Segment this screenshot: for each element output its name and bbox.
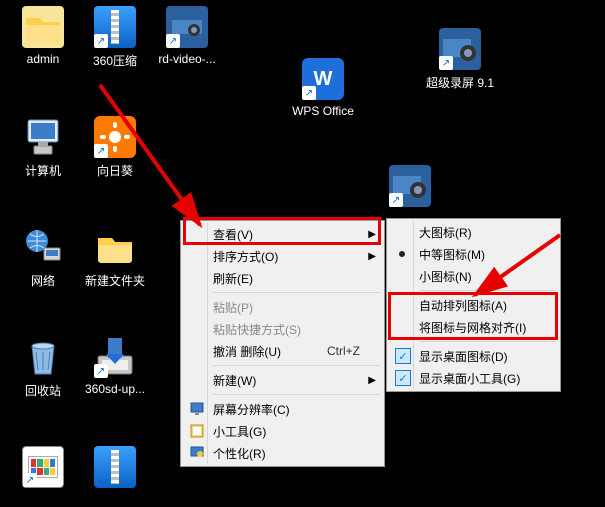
menu-label: 粘贴(P) <box>213 299 253 316</box>
menu-label: 查看(V) <box>213 226 253 243</box>
icon-label: 网络 <box>31 272 55 289</box>
icon-computer[interactable]: 计算机 <box>8 116 78 179</box>
recorder-icon: ↗ <box>439 28 481 70</box>
menu-separator <box>419 341 556 342</box>
menu-separator <box>213 292 380 293</box>
video-icon: ↗ <box>389 165 431 207</box>
shortcut-arrow-icon: ↗ <box>166 34 180 48</box>
sunflower-icon: ↗ <box>94 116 136 158</box>
menu-label: 撤消 删除(U) <box>213 343 281 360</box>
submenu-arrow-icon: ▶ <box>368 251 376 262</box>
icon-label: 360压缩 <box>93 52 137 69</box>
folder-icon <box>94 226 136 268</box>
check-icon: ✓ <box>395 370 411 386</box>
menu-sort[interactable]: 排序方式(O) ▶ <box>183 245 382 267</box>
submenu-small-icons[interactable]: 小图标(N) <box>389 265 558 287</box>
computer-icon <box>22 116 64 158</box>
icon-label: 360sd-up... <box>85 382 145 396</box>
menu-label: 排序方式(O) <box>213 248 278 265</box>
icon-newfolder[interactable]: 新建文件夹 <box>80 226 150 289</box>
view-submenu: 大图标(R) 中等图标(M) 小图标(N) 自动排列图标(A) 将图标与网格对齐… <box>386 218 561 392</box>
menu-separator <box>213 365 380 366</box>
network-icon <box>22 226 64 268</box>
icon-label: WPS Office <box>292 104 354 118</box>
icon-superrec[interactable]: ↗ 超级录屏 9.1 <box>425 28 495 91</box>
menu-refresh[interactable]: 刷新(E) <box>183 267 382 289</box>
menu-label: 显示桌面图标(D) <box>419 348 508 365</box>
icon-admin[interactable]: admin <box>8 6 78 66</box>
desktop[interactable]: admin ↗ 360压缩 ↗ rd-video-... W ↗ WPS Off… <box>0 0 605 507</box>
icon-label: 新建文件夹 <box>85 272 145 289</box>
menu-label: 显示桌面小工具(G) <box>419 370 520 387</box>
personalize-icon <box>189 445 205 461</box>
icon-floating-video[interactable]: ↗ <box>380 165 440 211</box>
icon-label: 向日葵 <box>97 162 133 179</box>
menu-shortcut: Ctrl+Z <box>327 344 360 358</box>
menu-view[interactable]: 查看(V) ▶ <box>183 223 382 245</box>
shortcut-arrow-icon: ↗ <box>94 144 108 158</box>
file-icon: ↗ <box>22 446 64 488</box>
menu-label: 屏幕分辨率(C) <box>213 401 290 418</box>
icon-rdvideo[interactable]: ↗ rd-video-... <box>152 6 222 66</box>
submenu-medium-icons[interactable]: 中等图标(M) <box>389 243 558 265</box>
menu-separator <box>419 290 556 291</box>
submenu-arrow-icon: ▶ <box>368 375 376 386</box>
icon-sunflower[interactable]: ↗ 向日葵 <box>80 116 150 179</box>
zip-icon: ↗ <box>94 6 136 48</box>
menu-gadgets[interactable]: 小工具(G) <box>183 420 382 442</box>
icon-label: 计算机 <box>25 162 61 179</box>
icon-360zip[interactable]: ↗ 360压缩 <box>80 6 150 69</box>
submenu-auto-arrange[interactable]: 自动排列图标(A) <box>389 294 558 316</box>
shortcut-arrow-icon: ↗ <box>94 34 108 48</box>
radio-dot-icon <box>399 251 405 257</box>
menu-new[interactable]: 新建(W) ▶ <box>183 369 382 391</box>
icon-bottom2[interactable] <box>80 446 150 492</box>
menu-paste: 粘贴(P) <box>183 296 382 318</box>
icon-network[interactable]: 网络 <box>8 226 78 289</box>
menu-resolution[interactable]: 屏幕分辨率(C) <box>183 398 382 420</box>
shortcut-arrow-icon: ↗ <box>302 86 316 100</box>
menu-paste-shortcut: 粘贴快捷方式(S) <box>183 318 382 340</box>
submenu-arrow-icon: ▶ <box>368 229 376 240</box>
zip-icon <box>94 446 136 488</box>
shortcut-arrow-icon: ↗ <box>94 364 108 378</box>
recyclebin-icon <box>22 336 64 378</box>
icon-label: 超级录屏 9.1 <box>426 74 494 91</box>
icon-recycle[interactable]: 回收站 <box>8 336 78 399</box>
menu-label: 刷新(E) <box>213 270 253 287</box>
menu-label: 自动排列图标(A) <box>419 297 507 314</box>
shortcut-arrow-icon: ↗ <box>389 193 403 207</box>
icon-label: admin <box>27 52 60 66</box>
icon-bottom1[interactable]: ↗ <box>8 446 78 492</box>
wps-icon: W ↗ <box>302 58 344 100</box>
shortcut-arrow-icon: ↗ <box>439 56 453 70</box>
submenu-show-gadgets[interactable]: ✓ 显示桌面小工具(G) <box>389 367 558 389</box>
monitor-icon <box>189 401 205 417</box>
menu-undo[interactable]: 撤消 删除(U) Ctrl+Z <box>183 340 382 362</box>
icon-label: rd-video-... <box>158 52 215 66</box>
video-icon: ↗ <box>166 6 208 48</box>
submenu-show-icons[interactable]: ✓ 显示桌面图标(D) <box>389 345 558 367</box>
context-menu: 查看(V) ▶ 排序方式(O) ▶ 刷新(E) 粘贴(P) 粘贴快捷方式(S) … <box>180 220 385 467</box>
menu-label: 中等图标(M) <box>419 246 485 263</box>
icon-360sd[interactable]: ↗ 360sd-up... <box>80 336 150 396</box>
folder-icon <box>22 6 64 48</box>
menu-label: 将图标与网格对齐(I) <box>419 319 526 336</box>
shortcut-arrow-icon: ↗ <box>23 473 37 487</box>
gadget-icon <box>189 423 205 439</box>
menu-separator <box>213 394 380 395</box>
menu-personalize[interactable]: 个性化(R) <box>183 442 382 464</box>
menu-label: 大图标(R) <box>419 224 472 241</box>
icon-wps[interactable]: W ↗ WPS Office <box>288 58 358 118</box>
icon-label: 回收站 <box>25 382 61 399</box>
menu-label: 粘贴快捷方式(S) <box>213 321 301 338</box>
installer-icon: ↗ <box>94 336 136 378</box>
menu-label: 小工具(G) <box>213 423 266 440</box>
menu-label: 小图标(N) <box>419 268 472 285</box>
submenu-align-grid[interactable]: 将图标与网格对齐(I) <box>389 316 558 338</box>
submenu-large-icons[interactable]: 大图标(R) <box>389 221 558 243</box>
menu-label: 个性化(R) <box>213 445 266 462</box>
menu-label: 新建(W) <box>213 372 256 389</box>
check-icon: ✓ <box>395 348 411 364</box>
